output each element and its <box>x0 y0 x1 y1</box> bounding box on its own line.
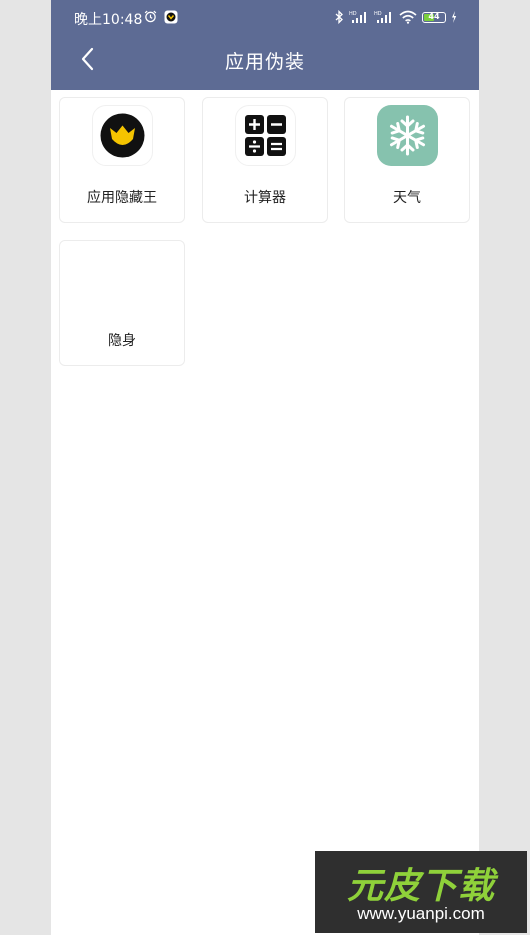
status-time: 晚上10:48 <box>74 12 143 28</box>
battery-icon: 44 <box>422 11 446 23</box>
app-header: 晚上10:48 HD HD 44 应用伪装 <box>51 0 479 90</box>
wifi-icon <box>399 10 417 24</box>
signal-hd-icon-1: HD <box>349 11 366 23</box>
watermark-url: www.yuanpi.com <box>357 904 485 923</box>
watermark: 元皮下载 www.yuanpi.com <box>315 851 527 933</box>
app-label: 应用隐藏王 <box>87 190 157 206</box>
charging-icon <box>452 11 457 23</box>
svg-text:HD: HD <box>349 11 357 17</box>
app-card-weather[interactable]: 天气 <box>344 97 470 223</box>
battery-level: 44 <box>428 11 440 21</box>
app-label: 隐身 <box>108 333 136 349</box>
status-indicators: HD HD 44 <box>335 9 457 25</box>
crown-logo-icon <box>92 105 153 166</box>
app-label: 天气 <box>393 190 421 206</box>
status-bar: 晚上10:48 HD HD 44 <box>51 0 479 34</box>
svg-text:HD: HD <box>374 11 382 17</box>
app-card-calculator[interactable]: 计算器 <box>202 97 328 223</box>
page-title: 应用伪装 <box>224 51 305 73</box>
bluetooth-icon <box>335 10 343 24</box>
app-card-invisible[interactable]: 隐身 <box>59 240 185 366</box>
phone-screen: 晚上10:48 HD HD 44 应用伪装 应用隐藏王 计算器 天气 隐身 <box>51 0 479 935</box>
watermark-brand: 元皮下载 <box>346 866 495 907</box>
app-label: 计算器 <box>244 190 286 206</box>
alarm-clock-icon <box>144 10 157 23</box>
app-notification-icon <box>164 10 178 24</box>
snowflake-icon <box>377 105 438 166</box>
signal-hd-icon-2: HD <box>374 11 391 23</box>
app-card-hide-king[interactable]: 应用隐藏王 <box>59 97 185 223</box>
blank-icon <box>92 248 153 309</box>
calculator-icon <box>235 105 296 166</box>
